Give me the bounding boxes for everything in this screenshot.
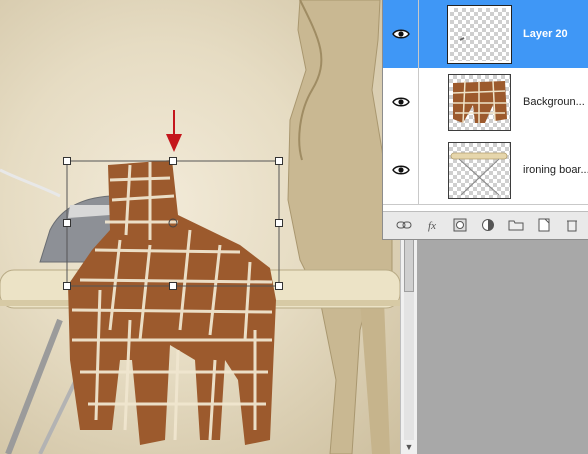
link-icon[interactable] xyxy=(393,218,415,234)
transform-handle-tl xyxy=(63,157,71,165)
scroll-down-arrow-icon[interactable]: ▼ xyxy=(404,442,414,452)
transform-handle-tm xyxy=(169,157,177,165)
transform-handle-mr xyxy=(275,219,283,227)
layer-visibility-toggle[interactable] xyxy=(383,68,419,136)
layer-thumbnail xyxy=(447,5,512,64)
background-giraffe xyxy=(287,0,393,454)
layer-row-background[interactable]: Backgroun... xyxy=(383,68,588,137)
layer-row-ironing-board[interactable]: ironing boar... xyxy=(383,136,588,205)
new-layer-icon[interactable] xyxy=(533,218,555,234)
layer-name: Layer 20 xyxy=(523,28,568,40)
layer-visibility-toggle[interactable] xyxy=(383,136,419,204)
transform-handle-bl xyxy=(63,282,71,290)
workspace-background xyxy=(417,240,588,454)
layers-panel-footer: fx xyxy=(383,211,588,239)
eye-icon xyxy=(392,29,410,39)
document-canvas[interactable] xyxy=(0,0,400,454)
transform-handle-bm xyxy=(169,282,177,290)
layer-name: Backgroun... xyxy=(523,96,585,108)
eye-icon xyxy=(392,97,410,107)
transform-handle-br xyxy=(275,282,283,290)
layer-thumbnail xyxy=(448,142,511,199)
layer-name: ironing boar... xyxy=(523,164,588,176)
mask-icon[interactable] xyxy=(449,218,471,234)
layer-visibility-toggle[interactable] xyxy=(383,0,419,68)
transform-handle-ml xyxy=(63,219,71,227)
layer-row-layer-20[interactable]: Layer 20 xyxy=(383,0,588,69)
transform-handle-tr xyxy=(275,157,283,165)
canvas-artwork xyxy=(0,0,400,454)
folder-icon[interactable] xyxy=(505,218,527,234)
layer-thumbnail xyxy=(448,74,511,131)
fx-icon[interactable]: fx xyxy=(421,218,443,234)
layers-panel: Layer 20 Backgroun... ironing boar... fx xyxy=(382,0,588,240)
trash-icon[interactable] xyxy=(561,218,583,234)
adjustment-icon[interactable] xyxy=(477,218,499,234)
eye-icon xyxy=(392,165,410,175)
red-arrow-icon xyxy=(166,110,182,152)
